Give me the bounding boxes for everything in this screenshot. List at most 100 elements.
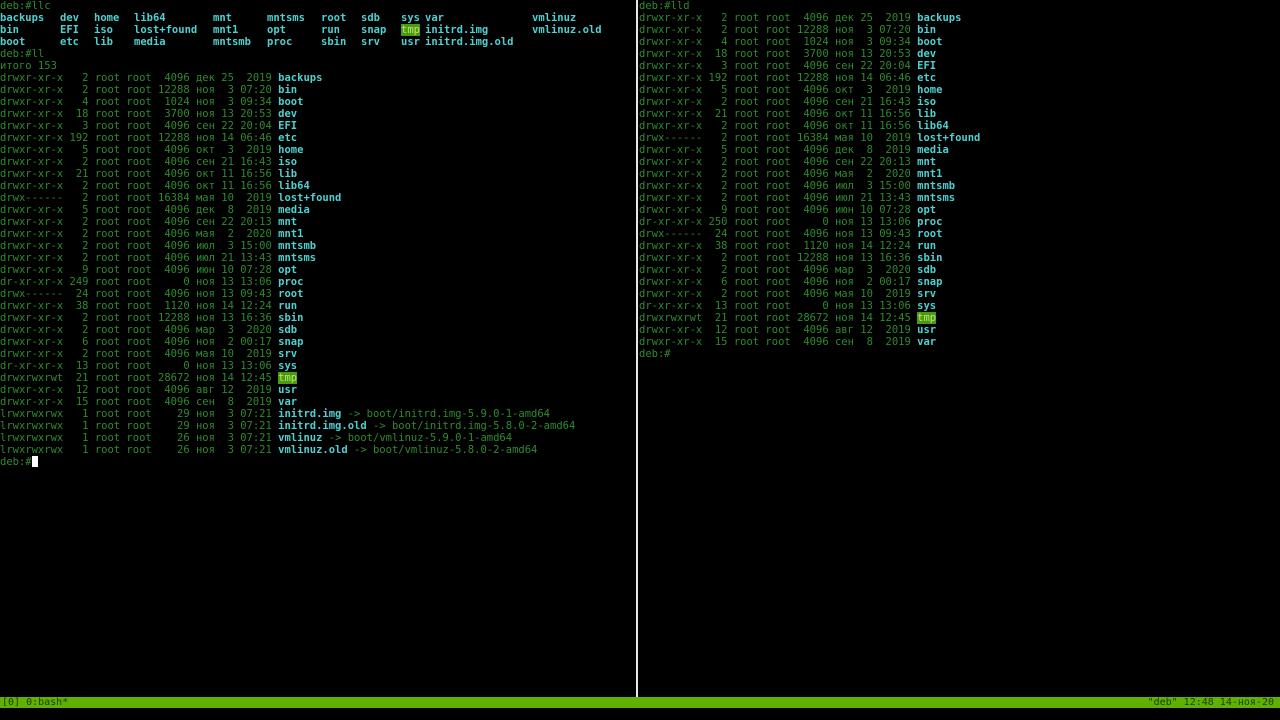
ls-item: proc <box>267 36 293 48</box>
file-name: run <box>917 240 937 252</box>
list-item: drwxr-xr-x 2 root root 4096 мая 2 2020 m… <box>0 228 636 240</box>
ls-item: var <box>425 12 444 24</box>
terminal-pane-left[interactable]: deb:#llc backups dev home lib64 mnt mntsms roo… <box>0 0 636 696</box>
list-item: drwxr-xr-x 2 root root 4096 мар 3 2020 s… <box>0 324 636 336</box>
list-item: lrwxrwxrwx 1 root root 29 ноя 3 07:21 in… <box>0 408 636 420</box>
file-meta: dr-xr-xr-x 13 root root 0 ноя 13 13:06 <box>639 300 918 312</box>
ls-item: srv <box>361 36 380 48</box>
file-name: proc <box>278 276 304 288</box>
list-item: drwxr-xr-x 4 root root 1024 ноя 3 09:34 … <box>0 96 636 108</box>
ls-item: media <box>134 36 166 48</box>
file-meta: drwxr-xr-x 4 root root 1024 ноя 3 09:34 <box>639 36 918 48</box>
list-item: drwxr-xr-x 4 root root 1024 ноя 3 09:34 … <box>639 36 1280 48</box>
list-item: drwxr-xr-x 15 root root 4096 сен 8 2019 … <box>0 396 636 408</box>
symlink-target: -> boot/initrd.img-5.9.0-1-amd64 <box>341 408 550 420</box>
ls-item: dev <box>60 12 79 24</box>
file-name: boot <box>917 36 943 48</box>
list-item: drwxr-xr-x 38 root root 1120 ноя 14 12:2… <box>639 240 1280 252</box>
file-meta: drwxr-xr-x 15 root root 4096 сен 8 2019 <box>639 336 918 348</box>
file-name: initrd.img <box>278 408 342 420</box>
file-meta: drwxr-xr-x 192 root root 12288 ноя 14 06… <box>0 132 279 144</box>
window-list[interactable]: [0] 0:bash* <box>2 697 68 708</box>
file-meta: drwxr-xr-x 3 root root 4096 сен 22 20:04 <box>0 120 279 132</box>
file-meta: drwxr-xr-x 5 root root 4096 окт 3 2019 <box>639 84 918 96</box>
file-meta: drwxr-xr-x 2 root root 4096 сен 21 16:43 <box>0 156 279 168</box>
list-item: drwxr-xr-x 2 root root 4096 сен 22 20:13… <box>0 216 636 228</box>
file-meta: drwxr-xr-x 2 root root 4096 сен 21 16:43 <box>639 96 918 108</box>
list-item: dr-xr-xr-x 13 root root 0 ноя 13 13:06 s… <box>0 360 636 372</box>
file-name: mnt1 <box>917 168 943 180</box>
list-item: dr-xr-xr-x 250 root root 0 ноя 13 13:06 … <box>639 216 1280 228</box>
file-name: media <box>278 204 310 216</box>
list-item: drwx------ 24 root root 4096 ноя 13 09:4… <box>0 288 636 300</box>
list-item: drwxr-xr-x 2 root root 4096 июл 21 13:43… <box>0 252 636 264</box>
list-item: drwx------ 24 root root 4096 ноя 13 09:4… <box>639 228 1280 240</box>
list-item: drwxr-xr-x 2 root root 4096 окт 11 16:56… <box>0 180 636 192</box>
file-meta: drwxr-xr-x 2 root root 4096 окт 11 16:56 <box>0 180 279 192</box>
terminal-pane-right[interactable]: deb:#lld drwxr-xr-x 2 root root 4096 дек… <box>639 0 1280 696</box>
symlink-target: -> boot/initrd.img-5.8.0-2-amd64 <box>366 420 576 432</box>
file-meta: drwx------ 24 root root 4096 ноя 13 09:4… <box>0 288 279 300</box>
file-meta: drwxr-xr-x 2 root root 4096 сен 22 20:13 <box>0 216 279 228</box>
file-meta: drwxr-xr-x 15 root root 4096 сен 8 2019 <box>0 396 279 408</box>
list-item: drwxr-xr-x 2 root root 4096 мая 2 2020 m… <box>639 168 1280 180</box>
list-item: drwxr-xr-x 2 root root 12288 ноя 3 07:20… <box>0 84 636 96</box>
active-prompt[interactable]: deb:# <box>0 456 636 468</box>
ls-item: opt <box>267 24 286 36</box>
file-name: etc <box>278 132 298 144</box>
list-item: drwxr-xr-x 38 root root 1120 ноя 14 12:2… <box>0 300 636 312</box>
file-name: lost+found <box>917 132 981 144</box>
list-item: drwxr-xr-x 192 root root 12288 ноя 14 06… <box>639 72 1280 84</box>
file-meta: drwxrwxrwt 21 root root 28672 ноя 14 12:… <box>0 372 279 384</box>
list-item: lrwxrwxrwx 1 root root 29 ноя 3 07:21 in… <box>0 420 636 432</box>
file-meta: lrwxrwxrwx 1 root root 29 ноя 3 07:21 <box>0 408 279 420</box>
file-meta: drwxr-xr-x 2 root root 4096 мар 3 2020 <box>639 264 918 276</box>
list-item: drwxr-xr-x 2 root root 4096 сен 22 20:13… <box>639 156 1280 168</box>
listing-right: drwxr-xr-x 2 root root 4096 дек 25 2019 … <box>639 12 1280 348</box>
file-name: sbin <box>278 312 304 324</box>
listing-left: drwxr-xr-x 2 root root 4096 дек 25 2019 … <box>0 72 636 456</box>
file-name: backups <box>917 12 962 24</box>
file-name: initrd.img.old <box>278 420 367 432</box>
file-name: sbin <box>917 252 943 264</box>
file-meta: drwxr-xr-x 2 root root 4096 сен 22 20:13 <box>639 156 918 168</box>
file-meta: drwx------ 24 root root 4096 ноя 13 09:4… <box>639 228 918 240</box>
list-item: drwxr-xr-x 2 root root 12288 ноя 13 16:3… <box>0 312 636 324</box>
file-name: sdb <box>917 264 937 276</box>
list-item: drwxr-xr-x 18 root root 3700 ноя 13 20:5… <box>0 108 636 120</box>
list-item: drwx------ 2 root root 16384 мая 10 2019… <box>0 192 636 204</box>
list-item: drwxr-xr-x 2 root root 4096 июл 3 15:00 … <box>0 240 636 252</box>
list-item: drwx------ 2 root root 16384 мая 10 2019… <box>639 132 1280 144</box>
file-meta: drwxr-xr-x 5 root root 4096 дек 8 2019 <box>639 144 918 156</box>
file-name: EFI <box>278 120 298 132</box>
file-name: boot <box>278 96 304 108</box>
file-meta: dr-xr-xr-x 250 root root 0 ноя 13 13:06 <box>639 216 918 228</box>
ls-item <box>532 36 612 48</box>
file-meta: drwxr-xr-x 2 root root 4096 мар 3 2020 <box>0 324 279 336</box>
file-name: opt <box>278 264 298 276</box>
cursor <box>31 456 38 467</box>
list-item: drwxr-xr-x 2 root root 4096 июл 21 13:43… <box>639 192 1280 204</box>
ls-item: mnt1 <box>213 24 239 36</box>
file-meta: drwx------ 2 root root 16384 мая 10 2019 <box>639 132 918 144</box>
file-meta: drwxr-xr-x 2 root root 4096 июл 21 13:43 <box>0 252 279 264</box>
list-item: drwxr-xr-x 6 root root 4096 ноя 2 00:17 … <box>0 336 636 348</box>
list-item: drwxr-xr-x 21 root root 4096 окт 11 16:5… <box>0 168 636 180</box>
file-meta: drwxr-xr-x 2 root root 12288 ноя 13 16:3… <box>0 312 279 324</box>
file-name: sys <box>917 300 937 312</box>
list-item: drwxr-xr-x 2 root root 4096 дек 25 2019 … <box>0 72 636 84</box>
ls-item: usr <box>401 36 420 48</box>
file-name: mnt1 <box>278 228 304 240</box>
pane-divider[interactable] <box>636 0 638 697</box>
file-name: iso <box>917 96 937 108</box>
file-meta: drwxr-xr-x 2 root root 4096 мая 10 2019 <box>639 288 918 300</box>
file-meta: drwxr-xr-x 2 root root 12288 ноя 3 07:20 <box>639 24 918 36</box>
list-item: drwxr-xr-x 9 root root 4096 июн 10 07:28… <box>639 204 1280 216</box>
ls-item: backups <box>0 12 45 24</box>
prompt-line: deb:#llc <box>0 0 51 12</box>
file-meta: drwxr-xr-x 38 root root 1120 ноя 14 12:2… <box>0 300 279 312</box>
file-name: srv <box>917 288 937 300</box>
file-meta: lrwxrwxrwx 1 root root 26 ноя 3 07:21 <box>0 432 279 444</box>
file-meta: dr-xr-xr-x 13 root root 0 ноя 13 13:06 <box>0 360 279 372</box>
ls-item: mntsmb <box>213 36 251 48</box>
